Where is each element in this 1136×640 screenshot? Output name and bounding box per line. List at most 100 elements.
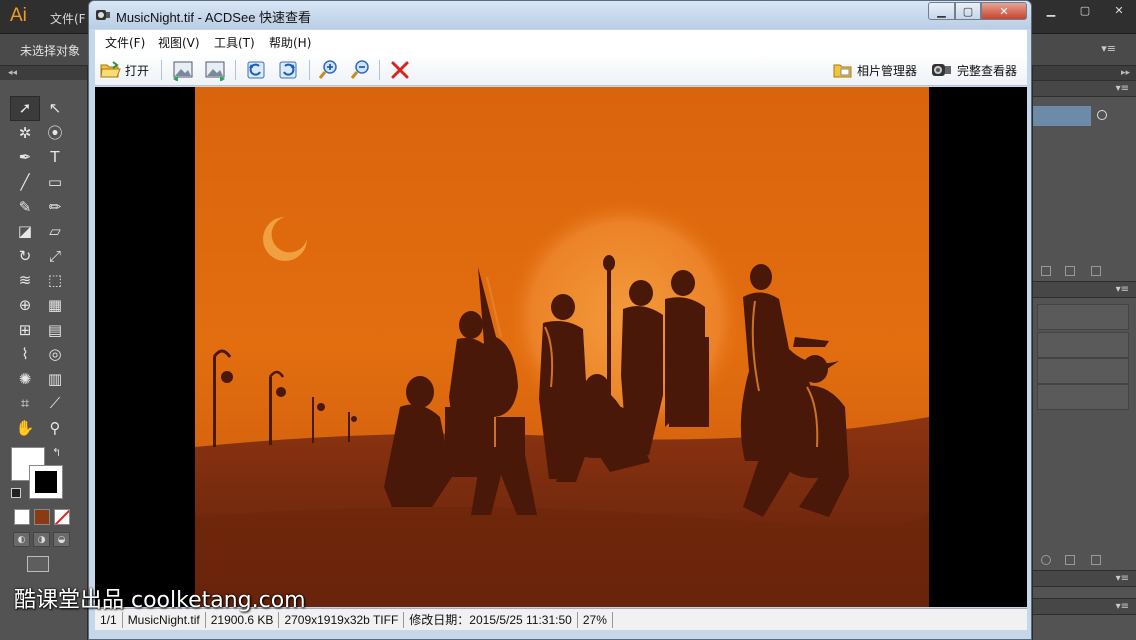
eyedropper-tool-icon[interactable]: ⌇: [10, 342, 40, 367]
selection-tool-icon[interactable]: ➚: [10, 96, 40, 121]
open-button[interactable]: 打开: [99, 58, 149, 82]
music-night-image: [195, 87, 929, 607]
rotate-left-button[interactable]: [245, 58, 267, 82]
artboard-tool-icon[interactable]: ⌗: [10, 391, 40, 416]
panels-collapse[interactable]: ▸▸: [1033, 66, 1136, 80]
color-mode-icon[interactable]: [14, 509, 30, 525]
minimize-icon[interactable]: ▁: [928, 2, 955, 20]
rotate-right-button[interactable]: [277, 58, 299, 82]
menu-file[interactable]: 文件(F): [105, 34, 145, 51]
no-selection-label: 未选择对象: [20, 44, 81, 58]
none-mode-icon[interactable]: [54, 509, 70, 525]
delete-button[interactable]: [389, 58, 411, 82]
previous-image-button[interactable]: [171, 58, 195, 82]
type-tool-icon[interactable]: T: [40, 145, 70, 170]
menu-bar: 文件(F) 视图(V) 工具(T) 帮助(H): [95, 30, 1027, 54]
slice-tool-icon[interactable]: ⟋: [40, 391, 70, 416]
photo-manager-icon: [833, 64, 852, 78]
maximize-icon[interactable]: ▢: [1068, 0, 1102, 20]
panel-tab-menu-icon[interactable]: ▾≡: [1033, 281, 1136, 298]
mesh-tool-icon[interactable]: ⊞: [10, 317, 40, 342]
column-graph-tool-icon[interactable]: ▥: [40, 367, 70, 392]
zoom-out-button[interactable]: [349, 58, 371, 82]
illustrator-toolbox: ◂◂ ➚ ↖ ✲ ⦿ ✒ T ╱ ▭ ✎ ✏ ◪ ▱ ↻ ⤢ ≋ ⬚ ⊕ ▦ ⊞…: [0, 66, 88, 640]
menu-help[interactable]: 帮助(H): [269, 34, 311, 51]
status-modified: 修改日期：2015/5/25 11:31:50: [404, 611, 578, 628]
delete-item-icon[interactable]: [1091, 555, 1101, 565]
new-item-icon[interactable]: [1065, 555, 1075, 565]
paintbrush-tool-icon[interactable]: ✎: [10, 194, 40, 219]
blob-brush-tool-icon[interactable]: ◪: [10, 219, 40, 244]
illustrator-window-controls: ▁ ▢ ✕: [1034, 0, 1136, 20]
eraser-tool-icon[interactable]: ▱: [40, 219, 70, 244]
acdsee-title-bar[interactable]: MusicNight.tif - ACDSee 快速查看 ▁ ▢ ✕: [89, 1, 1031, 29]
pencil-tool-icon[interactable]: ✏: [40, 194, 70, 219]
line-tool-icon[interactable]: ╱: [10, 170, 40, 195]
panel-row[interactable]: [1037, 358, 1129, 384]
layer-row[interactable]: [1033, 106, 1091, 126]
panel-tab-menu-icon[interactable]: ▾≡: [1033, 80, 1136, 97]
gradient-tool-icon[interactable]: ▤: [40, 317, 70, 342]
menu-view[interactable]: 视图(V): [158, 34, 200, 51]
draw-normal-icon[interactable]: ◐: [13, 532, 30, 547]
free-transform-tool-icon[interactable]: ⬚: [40, 268, 70, 293]
illustrator-menu-file[interactable]: 文件(F: [50, 10, 86, 27]
rectangle-tool-icon[interactable]: ▭: [40, 170, 70, 195]
rotate-tool-icon[interactable]: ↻: [10, 244, 40, 269]
close-icon[interactable]: ✕: [1102, 0, 1136, 20]
magic-wand-tool-icon[interactable]: ✲: [10, 121, 40, 146]
full-viewer-button[interactable]: 完整查看器: [931, 58, 1017, 82]
new-layer-icon[interactable]: [1065, 266, 1075, 276]
panel-row[interactable]: [1037, 384, 1129, 410]
illustrator-right-panels: ▸▸ ▾≡ ▾≡ ▾≡ ▾≡: [1032, 66, 1136, 640]
acdsee-app-icon: [96, 10, 110, 20]
delete-icon: [391, 61, 409, 79]
panel-row[interactable]: [1037, 332, 1129, 358]
next-image-button[interactable]: [203, 58, 227, 82]
scale-tool-icon[interactable]: ⤢: [40, 244, 70, 269]
rotate-left-icon: [247, 61, 265, 79]
minimize-icon[interactable]: ▁: [1034, 0, 1068, 20]
new-sublayer-icon[interactable]: [1041, 266, 1051, 276]
draw-inside-icon[interactable]: ◒: [53, 532, 70, 547]
previous-image-icon: [173, 61, 193, 81]
open-folder-icon: [100, 61, 121, 78]
control-bar-menu-icon[interactable]: ▾≡: [1101, 42, 1116, 55]
swap-fill-stroke-icon[interactable]: ↰: [52, 446, 61, 459]
maximize-icon[interactable]: ▢: [955, 2, 981, 20]
lasso-tool-icon[interactable]: ⦿: [40, 121, 70, 146]
perspective-grid-tool-icon[interactable]: ▦: [40, 293, 70, 318]
toolbar-separator: [379, 60, 380, 80]
panel-tab-menu-icon[interactable]: ▾≡: [1033, 570, 1136, 587]
photo-manager-button[interactable]: 相片管理器: [833, 58, 917, 82]
toolbar: 打开 相片管理器 完整查看器: [95, 54, 1027, 86]
stroke-swatch[interactable]: [29, 465, 63, 499]
window-title: MusicNight.tif - ACDSee 快速查看: [116, 10, 312, 25]
acdsee-window: MusicNight.tif - ACDSee 快速查看 ▁ ▢ ✕ 文件(F)…: [88, 0, 1032, 640]
shape-builder-tool-icon[interactable]: ⊕: [10, 293, 40, 318]
menu-tools[interactable]: 工具(T): [214, 34, 255, 51]
panel-row[interactable]: [1037, 304, 1129, 330]
image-viewport[interactable]: [95, 87, 1027, 607]
symbol-sprayer-tool-icon[interactable]: ✺: [10, 367, 40, 392]
default-colors-icon[interactable]: [11, 488, 21, 498]
zoom-in-button[interactable]: [317, 58, 339, 82]
hand-tool-icon[interactable]: ✋: [10, 416, 40, 441]
panel-tab-menu-icon[interactable]: ▾≡: [1033, 598, 1136, 615]
no-symbol-icon[interactable]: [1041, 555, 1051, 565]
close-icon[interactable]: ✕: [981, 2, 1027, 20]
delete-layer-icon[interactable]: [1091, 266, 1101, 276]
blend-tool-icon[interactable]: ◎: [40, 342, 70, 367]
toolbox-collapse[interactable]: ◂◂: [0, 66, 87, 80]
pen-tool-icon[interactable]: ✒: [10, 145, 40, 170]
warp-tool-icon[interactable]: ≋: [10, 268, 40, 293]
layer-target-icon[interactable]: [1097, 110, 1107, 120]
zoom-tool-icon[interactable]: ⚲: [40, 416, 70, 441]
toolbar-separator: [309, 60, 310, 80]
gradient-mode-icon[interactable]: [34, 509, 50, 525]
status-zoom: 27%: [578, 611, 613, 628]
full-viewer-label: 完整查看器: [957, 63, 1018, 78]
screen-mode-icon[interactable]: [27, 556, 49, 572]
draw-behind-icon[interactable]: ◑: [33, 532, 50, 547]
direct-selection-tool-icon[interactable]: ↖: [40, 96, 70, 121]
